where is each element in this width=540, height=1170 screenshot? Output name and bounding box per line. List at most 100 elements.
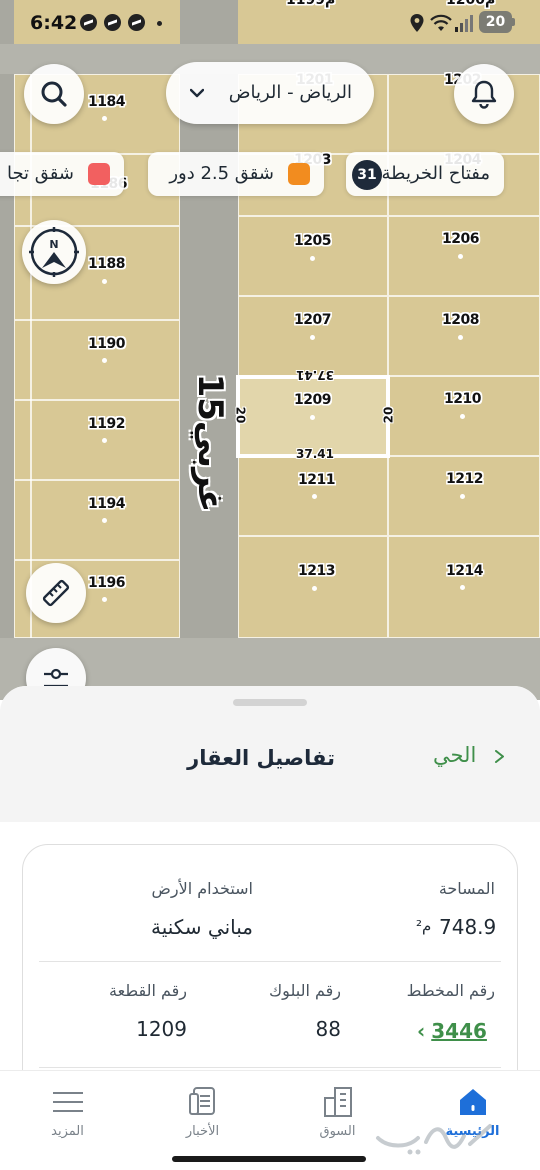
land-use-label: استخدام الأرض (151, 879, 253, 898)
parcel-dot (102, 116, 107, 121)
card-divider (39, 961, 501, 962)
tab-more[interactable]: المزيد (0, 1071, 135, 1161)
parcel-label[interactable]: 1209 (294, 392, 331, 408)
parcel-label[interactable]: 1192 (88, 416, 125, 432)
battery-indicator: 20 (479, 11, 512, 33)
parcel-dot (102, 279, 107, 284)
search-button[interactable] (24, 64, 84, 124)
parcel-dot (458, 254, 463, 259)
neighborhood-link-label: الحي (433, 743, 477, 767)
compass-button[interactable]: N (22, 220, 86, 284)
commercial-color-swatch (88, 163, 110, 185)
parcel-shape (14, 320, 180, 400)
watermark-logo (376, 1124, 492, 1155)
messenger-icon (104, 14, 121, 31)
drag-handle[interactable] (233, 699, 307, 706)
compass-north-letter: N (49, 238, 58, 251)
ruler-icon (42, 579, 70, 607)
messenger-icon (128, 14, 145, 31)
area-value: 748.9 (439, 915, 497, 939)
parcel-label[interactable]: 1211 (298, 472, 335, 488)
news-icon (188, 1087, 215, 1115)
tab-news[interactable]: الأخبار (135, 1071, 270, 1161)
map-key-label: مفتاح الخريطة (381, 163, 490, 184)
property-info-card: المساحة 748.9 م² استخدام الأرض مباني سكن… (22, 844, 518, 1104)
menu-icon (52, 1092, 83, 1112)
parcel-dot (310, 335, 315, 340)
parcel-label[interactable]: 1206 (442, 231, 479, 247)
tab-more-label: المزيد (51, 1124, 84, 1139)
chevron-right-icon (495, 750, 504, 763)
plan-number-value: 3446 (431, 1019, 487, 1043)
parcel-dot (312, 586, 317, 591)
parcel-dot (458, 335, 463, 340)
sheet-title: تفاصيل العقار (187, 746, 335, 770)
apartments-filter-chip[interactable]: شقق 2.5 دور (148, 152, 324, 196)
parcel-dot (460, 585, 465, 590)
messenger-icon (80, 14, 97, 31)
status-time: 6:42 (30, 12, 78, 34)
parcel-shape (14, 400, 180, 480)
notifications-button[interactable] (454, 64, 514, 124)
plan-number-link[interactable]: ‹ 3446 (417, 1019, 487, 1043)
area-unit: م² (416, 917, 432, 935)
dimension-right: 20 (381, 406, 396, 424)
parcel-dot (310, 415, 315, 420)
wifi-icon (430, 14, 452, 31)
compass-icon: N (29, 227, 79, 277)
parcel-label[interactable]: 1194 (88, 496, 125, 512)
commercial-filter-chip[interactable]: شقق تجا (0, 152, 124, 196)
chevron-left-icon: ‹ (417, 1019, 426, 1043)
parcel-dot (460, 414, 465, 419)
plot-number-label: رقم القطعة (109, 981, 187, 1000)
parcel-dot (102, 597, 107, 602)
block-number-label: رقم البلوك (268, 981, 341, 1000)
parcel-label[interactable]: 1205 (294, 233, 331, 249)
status-bar: 6:42 20 (0, 0, 540, 50)
parcel-shape (388, 216, 540, 296)
parcel-label[interactable]: 1207 (294, 312, 331, 328)
card-divider (39, 1067, 501, 1068)
parcel-label[interactable]: 1213 (298, 563, 335, 579)
parcel-label[interactable]: 1196 (88, 575, 125, 591)
signal-icon (455, 15, 473, 32)
road-west (0, 0, 14, 700)
tab-news-label: الأخبار (185, 1124, 220, 1139)
area-label: المساحة (438, 879, 495, 898)
apartments-color-swatch (288, 163, 310, 185)
location-label: الرياض - الرياض (228, 82, 352, 103)
bell-icon (471, 80, 497, 109)
apartments-filter-label: شقق 2.5 دور (169, 163, 274, 184)
parcel-label[interactable]: 1184 (88, 94, 125, 110)
plot-number-value: 1209 (136, 1017, 187, 1041)
search-icon (41, 81, 67, 107)
block-number-value: 88 (315, 1017, 341, 1041)
parcel-shape (14, 480, 180, 560)
parcel-dot (460, 494, 465, 499)
home-indicator[interactable] (172, 1156, 366, 1162)
location-status-icon (410, 14, 424, 32)
battery-tip (512, 18, 515, 26)
parcel-shape (388, 296, 540, 376)
parcel-label[interactable]: 1214 (446, 563, 483, 579)
parcel-label[interactable]: 1208 (442, 312, 479, 328)
chevron-down-icon (190, 88, 204, 98)
parcel-label[interactable]: 1212 (446, 471, 483, 487)
parcel-label[interactable]: 1210 (444, 391, 481, 407)
parcel-dot (102, 438, 107, 443)
building-icon (323, 1087, 352, 1117)
street-name: 15غربي (190, 373, 230, 513)
parcel-label[interactable]: 1188 (88, 256, 125, 272)
location-selector[interactable]: الرياض - الرياض (166, 62, 374, 124)
dimension-bottom: 37.41 (296, 447, 334, 461)
dimension-top: 37.41 (296, 368, 334, 382)
parcel-dot (310, 256, 315, 261)
map-key-count-badge: 31 (352, 160, 382, 190)
parcel-dot (102, 358, 107, 363)
commercial-filter-label: شقق تجا (6, 163, 74, 184)
land-use-value: مباني سكنية (150, 915, 253, 939)
notification-dot-icon (157, 21, 162, 26)
measure-button[interactable] (26, 563, 86, 623)
parcel-label[interactable]: 1190 (88, 336, 125, 352)
plan-number-label: رقم المخطط (406, 981, 495, 1000)
